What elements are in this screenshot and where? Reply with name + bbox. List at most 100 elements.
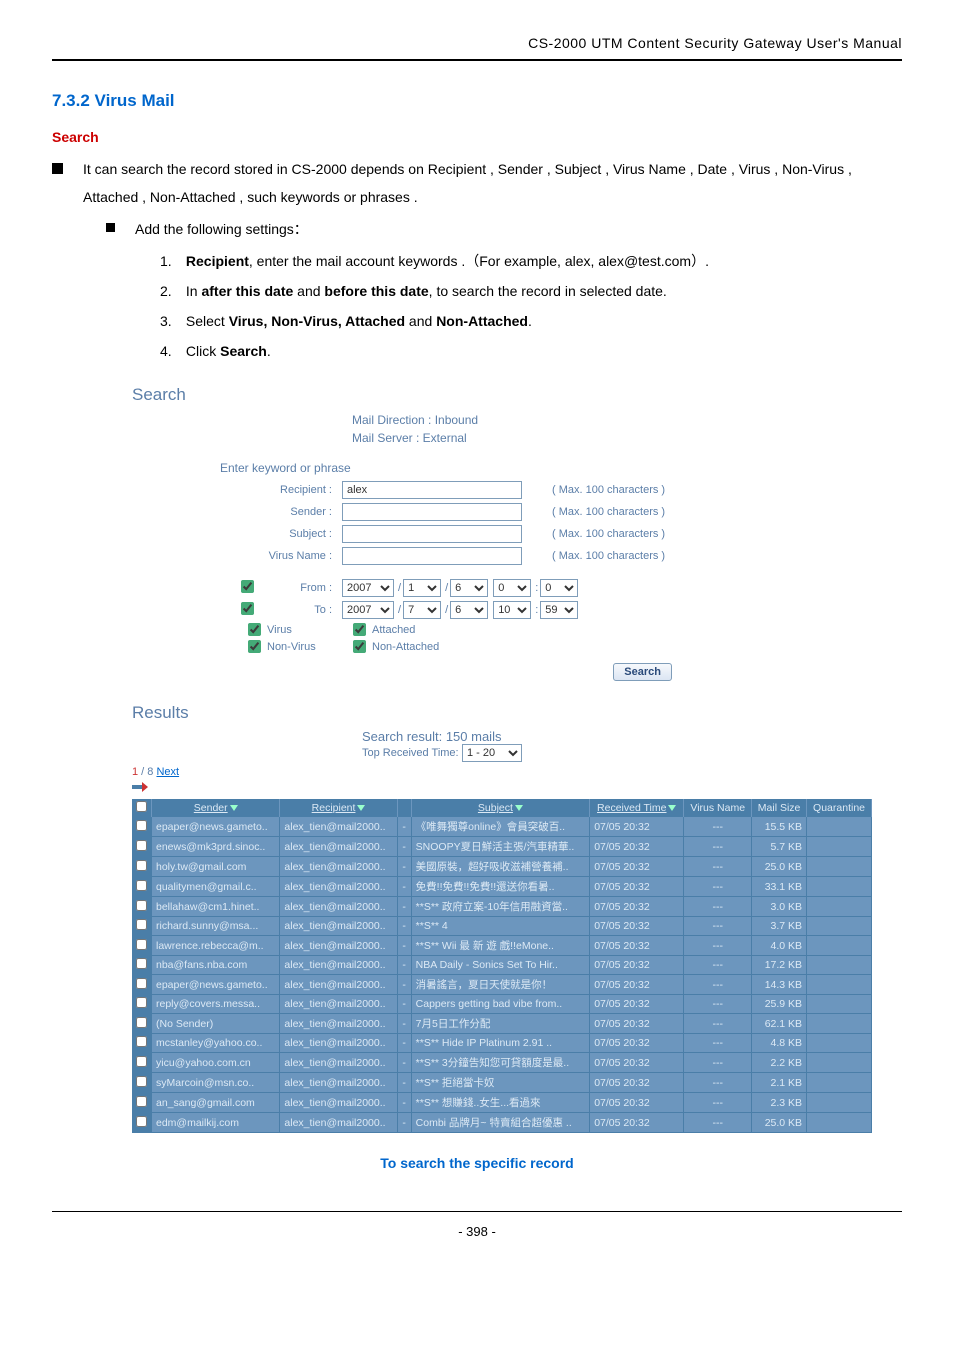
to-min-select[interactable]: 59	[540, 601, 578, 619]
attached-checkbox[interactable]	[353, 623, 366, 636]
cell-subject: NBA Daily - Sonics Set To Hir..	[411, 956, 590, 975]
subject-input[interactable]	[342, 525, 522, 543]
search-button[interactable]: Search	[613, 663, 672, 681]
doc-header: CS-2000 UTM Content Security Gateway Use…	[52, 35, 902, 61]
cell-size: 2.3 KB	[752, 1093, 807, 1113]
row-checkbox[interactable]	[132, 857, 152, 877]
cell-virus: ---	[684, 956, 752, 975]
cell-quarantine	[807, 1093, 872, 1113]
cell-sender: epaper@news.gameto..	[152, 817, 280, 837]
cell-recipient: alex_tien@mail2000..	[280, 817, 397, 837]
table-row[interactable]: nba@fans.nba.comalex_tien@mail2000..-NBA…	[132, 956, 872, 975]
table-row[interactable]: edm@mailkij.comalex_tien@mail2000..-Comb…	[132, 1113, 872, 1133]
table-row[interactable]: holy.tw@gmail.comalex_tien@mail2000..-美國…	[132, 857, 872, 877]
cell-recipient: alex_tien@mail2000..	[280, 1014, 397, 1034]
cell-sender: an_sang@gmail.com	[152, 1093, 280, 1113]
mail-direction: Mail Direction : Inbound	[352, 413, 478, 427]
cell-sender: reply@covers.messa..	[152, 995, 280, 1014]
row-checkbox[interactable]	[132, 1034, 152, 1053]
cell-received: 07/05 20:32	[590, 1073, 684, 1093]
from-year-select[interactable]: 2007	[342, 579, 394, 597]
row-checkbox[interactable]	[132, 897, 152, 917]
to-checkbox[interactable]	[241, 602, 254, 615]
cell-size: 17.2 KB	[752, 956, 807, 975]
results-table: Sender Recipient Subject Received Time V…	[132, 799, 872, 1133]
table-row[interactable]: syMarcoin@msn.co..alex_tien@mail2000..-*…	[132, 1073, 872, 1093]
slash-icon: /	[398, 582, 401, 594]
cell-attachment: -	[397, 1073, 411, 1093]
from-min-select[interactable]: 0	[540, 579, 578, 597]
header-attachment	[397, 799, 411, 817]
row-checkbox[interactable]	[132, 877, 152, 897]
virus-checkbox[interactable]	[248, 623, 261, 636]
cell-attachment: -	[397, 837, 411, 857]
step-item: 4. Click Search.	[160, 337, 902, 365]
from-checkbox[interactable]	[241, 580, 254, 593]
table-row[interactable]: reply@covers.messa..alex_tien@mail2000..…	[132, 995, 872, 1014]
table-row[interactable]: an_sang@gmail.comalex_tien@mail2000..-**…	[132, 1093, 872, 1113]
nonvirus-cb-row: Non-Virus Non-Attached	[132, 640, 872, 653]
header-checkbox[interactable]	[132, 799, 152, 817]
table-row[interactable]: qualitymen@gmail.c..alex_tien@mail2000..…	[132, 877, 872, 897]
table-row[interactable]: richard.sunny@msa...alex_tien@mail2000..…	[132, 917, 872, 936]
cell-size: 25.9 KB	[752, 995, 807, 1014]
row-checkbox[interactable]	[132, 975, 152, 995]
row-checkbox[interactable]	[132, 917, 152, 936]
row-checkbox[interactable]	[132, 1093, 152, 1113]
from-hour-select[interactable]: 0	[493, 579, 531, 597]
step-item: 1. Recipient, enter the mail account key…	[160, 247, 902, 275]
virusname-input[interactable]	[342, 547, 522, 565]
from-month-select[interactable]: 1	[403, 579, 441, 597]
to-year-select[interactable]: 2007	[342, 601, 394, 619]
cell-subject: **S** 政府立案-10年信用融資當..	[411, 897, 590, 917]
cell-virus: ---	[684, 877, 752, 897]
row-checkbox[interactable]	[132, 956, 152, 975]
table-row[interactable]: enews@mk3prd.sinoc..alex_tien@mail2000..…	[132, 837, 872, 857]
slider-icon[interactable]	[132, 782, 148, 795]
nonvirus-checkbox[interactable]	[248, 640, 261, 653]
table-row[interactable]: epaper@news.gameto..alex_tien@mail2000..…	[132, 817, 872, 837]
row-checkbox[interactable]	[132, 1014, 152, 1034]
table-row[interactable]: epaper@news.gameto..alex_tien@mail2000..…	[132, 975, 872, 995]
to-month-select[interactable]: 7	[403, 601, 441, 619]
header-quarantine[interactable]: Quarantine	[807, 799, 872, 817]
row-checkbox[interactable]	[132, 837, 152, 857]
top-received-select[interactable]: 1 - 20	[462, 744, 522, 762]
row-checkbox[interactable]	[132, 1053, 152, 1073]
sender-input[interactable]	[342, 503, 522, 521]
row-checkbox[interactable]	[132, 936, 152, 956]
header-received[interactable]: Received Time	[590, 799, 684, 817]
search-subheading: Search	[52, 129, 902, 145]
recipient-row: Recipient : ( Max. 100 characters )	[132, 481, 872, 499]
slash-icon: /	[445, 582, 448, 594]
virus-cb-label: Virus	[267, 624, 353, 636]
from-day-select[interactable]: 6	[450, 579, 488, 597]
cell-subject: Combi 品牌月~ 特賣組合超優惠 ..	[411, 1113, 590, 1133]
row-checkbox[interactable]	[132, 995, 152, 1014]
sort-down-icon	[668, 805, 676, 811]
to-hour-select[interactable]: 10	[493, 601, 531, 619]
row-checkbox[interactable]	[132, 1113, 152, 1133]
recipient-label: Recipient :	[132, 484, 342, 496]
table-row[interactable]: mcstanley@yahoo.co..alex_tien@mail2000..…	[132, 1034, 872, 1053]
enter-keyword-heading: Enter keyword or phrase	[220, 461, 872, 475]
to-day-select[interactable]: 6	[450, 601, 488, 619]
table-row[interactable]: yicu@yahoo.com.cnalex_tien@mail2000..-**…	[132, 1053, 872, 1073]
sub-intro-text: Add the following settings：	[135, 215, 902, 243]
recipient-input[interactable]	[342, 481, 522, 499]
pager-next-link[interactable]: Next	[156, 766, 179, 778]
table-row[interactable]: bellahaw@cm1.hinet..alex_tien@mail2000..…	[132, 897, 872, 917]
cell-attachment: -	[397, 1113, 411, 1133]
table-row[interactable]: lawrence.rebecca@m..alex_tien@mail2000..…	[132, 936, 872, 956]
header-sender[interactable]: Sender	[152, 799, 280, 817]
cell-size: 25.0 KB	[752, 857, 807, 877]
cell-received: 07/05 20:32	[590, 837, 684, 857]
header-virus[interactable]: Virus Name	[684, 799, 752, 817]
row-checkbox[interactable]	[132, 817, 152, 837]
header-recipient[interactable]: Recipient	[280, 799, 397, 817]
row-checkbox[interactable]	[132, 1073, 152, 1093]
nonattached-checkbox[interactable]	[353, 640, 366, 653]
header-subject[interactable]: Subject	[411, 799, 590, 817]
header-size[interactable]: Mail Size	[752, 799, 807, 817]
table-row[interactable]: (No Sender)alex_tien@mail2000..-7月5日工作分配…	[132, 1014, 872, 1034]
